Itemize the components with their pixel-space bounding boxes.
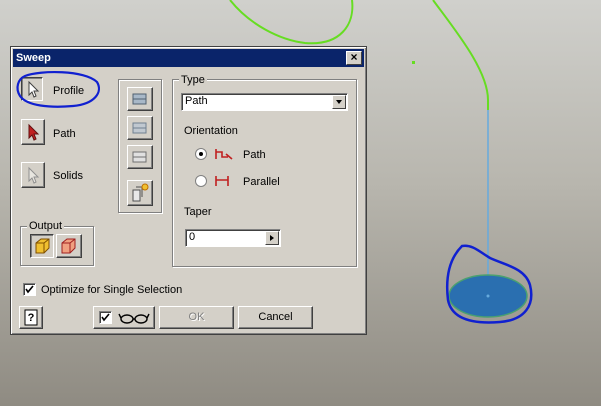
orientation-path-label: Path (243, 149, 266, 161)
taper-arrow-button[interactable] (265, 231, 279, 245)
help-button[interactable]: ? (19, 306, 43, 329)
cancel-button[interactable]: Cancel (238, 306, 313, 329)
solids-select-button[interactable] (21, 162, 45, 188)
profile-center-point (486, 294, 490, 298)
svg-text:?: ? (28, 312, 35, 324)
output-legend: Output (27, 220, 65, 232)
type-selected-value: Path (185, 95, 208, 107)
sweep-mode-button-2[interactable] (127, 116, 153, 140)
solid-output-button[interactable] (30, 234, 54, 258)
taper-value: 0 (189, 231, 196, 243)
path-arrow-icon (28, 123, 40, 141)
sweep-options-button[interactable] (127, 180, 153, 206)
sweep-wizard-icon (132, 183, 149, 202)
profile-annotation-ellipse (16, 70, 100, 108)
chevron-right-icon (270, 235, 274, 241)
sweep-mode-2-icon (132, 122, 147, 134)
orientation-parallel-icon (215, 176, 229, 186)
sweep-path-curve[interactable] (229, 0, 354, 45)
orientation-parallel-radio[interactable] (195, 175, 207, 187)
help-icon: ? (24, 309, 38, 326)
ok-button[interactable]: OK (159, 306, 234, 329)
close-button[interactable]: × (346, 51, 362, 65)
sketch-point[interactable] (412, 61, 415, 64)
orientation-parallel-label: Parallel (243, 176, 280, 188)
type-legend: Type (179, 74, 207, 86)
checkmark-icon (25, 285, 34, 294)
sweep-mode-button-1[interactable] (127, 87, 153, 111)
surface-output-button[interactable] (56, 234, 82, 258)
solids-arrow-icon (28, 166, 40, 184)
preview-checkbox[interactable] (99, 311, 112, 324)
solids-label: Solids (53, 170, 83, 182)
chevron-down-icon (336, 100, 342, 104)
surface-output-icon (61, 238, 76, 254)
sweep-dialog: Sweep × Profile Path Solids Output Type … (10, 46, 367, 335)
sweep-mode-1-icon (132, 93, 147, 105)
glasses-icon (118, 313, 150, 324)
taper-input[interactable]: 0 (185, 229, 281, 247)
dialog-title: Sweep (16, 52, 51, 64)
type-dropdown-arrow[interactable] (332, 95, 346, 109)
type-dropdown[interactable]: Path (181, 93, 348, 111)
checkmark-icon (101, 313, 110, 322)
preview-toggle[interactable] (93, 306, 155, 329)
orientation-path-icon (215, 149, 233, 160)
path-label: Path (53, 128, 76, 140)
solid-output-icon (35, 238, 50, 254)
taper-label: Taper (184, 206, 212, 218)
dialog-titlebar: Sweep × (13, 49, 364, 67)
sweep-path-curve-right[interactable] (432, 0, 489, 110)
orientation-label: Orientation (184, 125, 238, 137)
sweep-mode-3-icon (132, 151, 147, 163)
orientation-path-radio[interactable] (195, 148, 207, 160)
optimize-label: Optimize for Single Selection (41, 284, 183, 296)
sweep-mode-button-3[interactable] (127, 145, 153, 169)
optimize-checkbox[interactable] (23, 283, 36, 296)
path-select-button[interactable] (21, 119, 45, 145)
